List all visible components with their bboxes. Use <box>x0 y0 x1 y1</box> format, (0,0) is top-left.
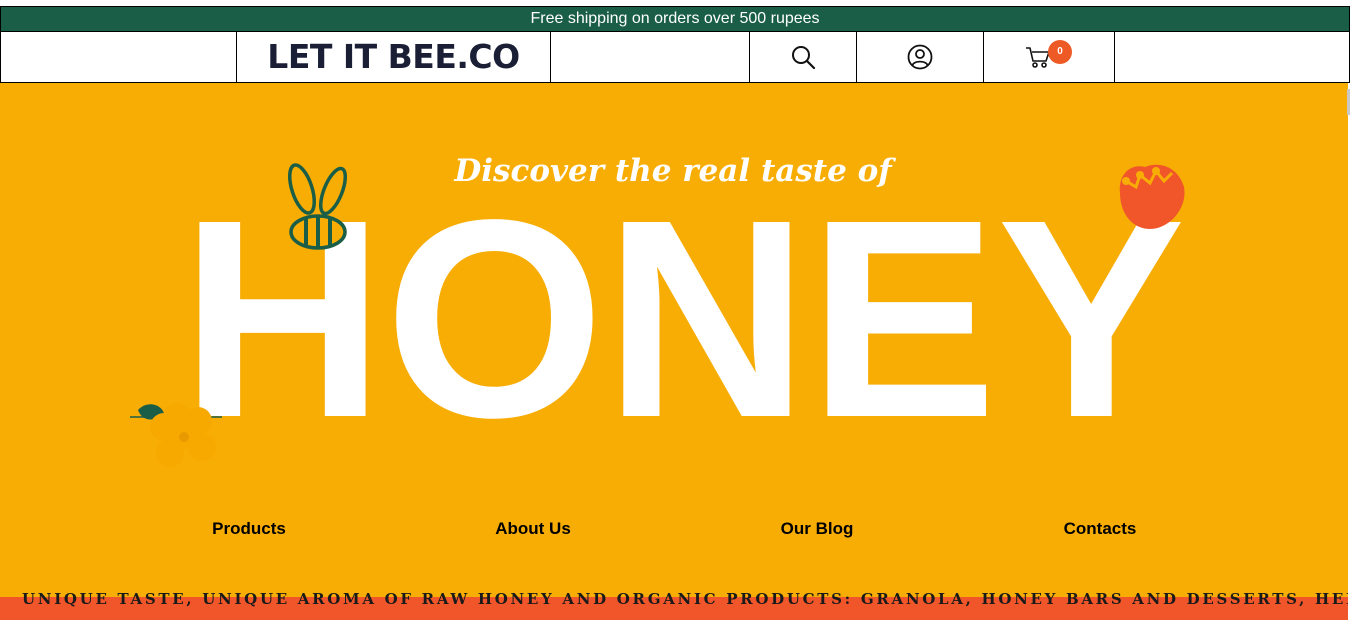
logo-cell[interactable]: LET IT BEE.CO <box>237 32 551 82</box>
page: Free shipping on orders over 500 rupees … <box>0 6 1350 620</box>
cart-icon[interactable] <box>1025 45 1051 69</box>
scrollbar-thumb[interactable] <box>1347 89 1350 115</box>
search-button[interactable] <box>750 32 857 82</box>
site-header: LET IT BEE.CO 0 <box>0 31 1350 83</box>
header-spacer-right <box>1115 32 1349 82</box>
hero-art: Discover the real taste of HONEY <box>130 153 1186 476</box>
nav-our-blog[interactable]: Our Blog <box>781 519 854 539</box>
nav-contacts[interactable]: Contacts <box>1064 519 1137 539</box>
nav-products[interactable]: Products <box>212 519 286 539</box>
flower-icon <box>130 403 222 467</box>
user-icon[interactable] <box>907 44 933 70</box>
account-button[interactable] <box>857 32 984 82</box>
marquee-text: UNIQUE TASTE, UNIQUE AROMA OF RAW HONEY … <box>22 592 1348 608</box>
announcement-bar: Free shipping on orders over 500 rupees <box>0 6 1350 31</box>
cart-count-badge: 0 <box>1048 40 1072 64</box>
search-icon[interactable] <box>790 44 816 70</box>
header-spacer-left <box>1 32 237 82</box>
hero-banner: Discover the real taste of HONEY Product… <box>0 83 1348 620</box>
site-logo[interactable]: LET IT BEE.CO <box>237 32 550 82</box>
header-spacer-mid <box>551 32 750 82</box>
nav-about-us[interactable]: About Us <box>495 519 571 539</box>
cart-button[interactable]: 0 <box>984 32 1115 82</box>
announcement-text: Free shipping on orders over 500 rupees <box>530 10 820 27</box>
